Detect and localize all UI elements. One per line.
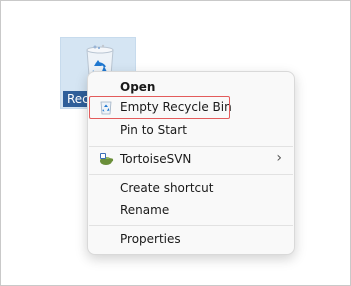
menu-item-rename[interactable]: Rename — [92, 199, 290, 221]
menu-item-create-shortcut[interactable]: Create shortcut — [92, 177, 290, 199]
tortoisesvn-icon — [100, 153, 114, 165]
menu-item-label: Pin to Start — [120, 123, 187, 137]
chevron-right-icon: › — [276, 150, 282, 166]
menu-item-empty-recycle-bin[interactable]: Empty Recycle Bin — [92, 96, 290, 118]
menu-item-pin-to-start[interactable]: Pin to Start — [92, 119, 290, 141]
menu-item-open[interactable]: Open — [92, 76, 290, 98]
menu-item-label: Create shortcut — [120, 181, 214, 195]
context-menu: Open Empty Recycle Bin Pin to Start Tort… — [87, 71, 295, 255]
menu-item-label: TortoiseSVN — [120, 152, 192, 166]
recycle-bin-icon — [100, 101, 112, 115]
menu-separator — [89, 174, 293, 175]
menu-item-properties[interactable]: Properties — [92, 228, 290, 250]
menu-item-label: Empty Recycle Bin — [120, 100, 232, 114]
menu-item-tortoisesvn[interactable]: TortoiseSVN › — [92, 148, 290, 170]
menu-item-label: Open — [120, 80, 156, 94]
menu-separator — [89, 225, 293, 226]
menu-item-label: Rename — [120, 203, 170, 217]
menu-separator — [89, 146, 293, 147]
menu-item-label: Properties — [120, 232, 181, 246]
